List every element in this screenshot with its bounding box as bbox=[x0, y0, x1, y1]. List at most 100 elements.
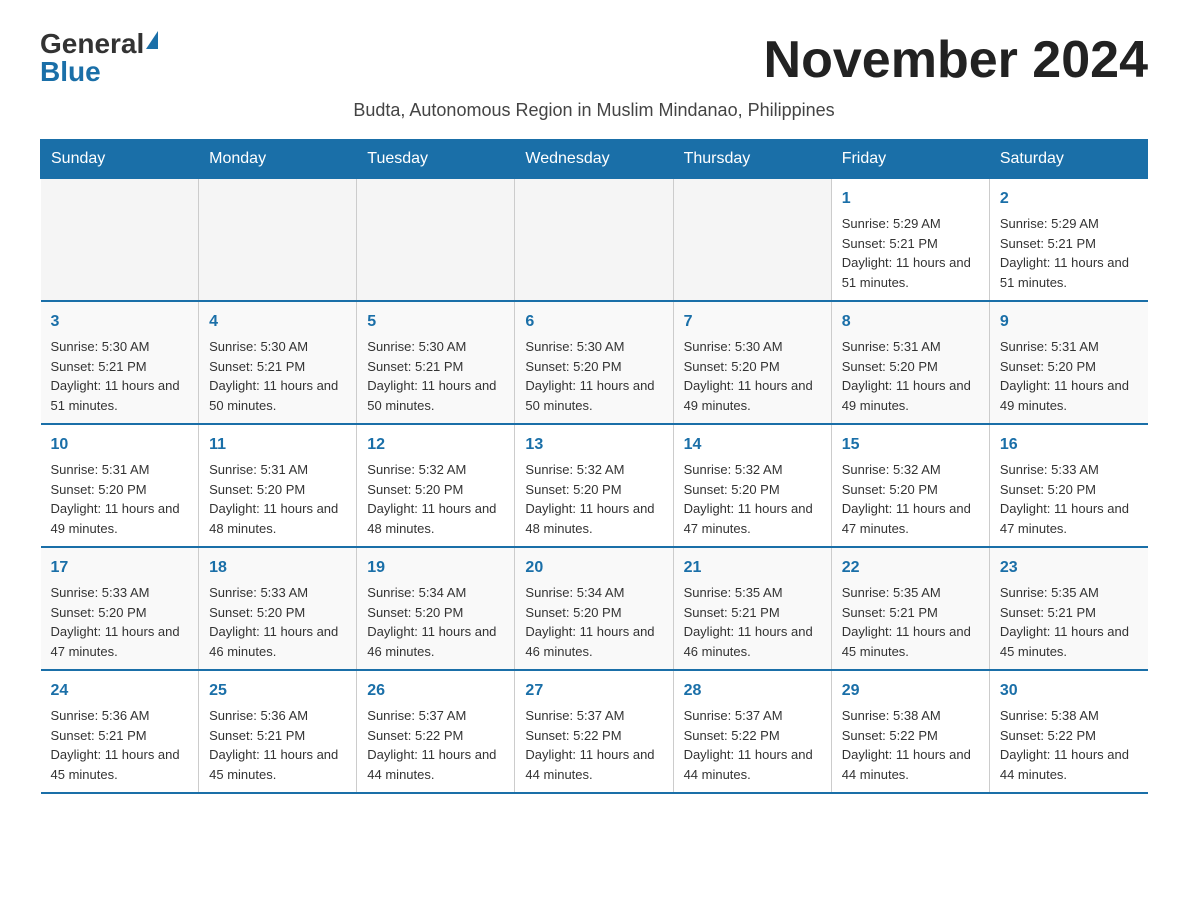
calendar-cell: 29 Sunrise: 5:38 AMSunset: 5:22 PMDayligh… bbox=[831, 670, 989, 793]
day-info: Sunrise: 5:29 AMSunset: 5:21 PMDaylight:… bbox=[842, 214, 979, 292]
day-number: 25 bbox=[209, 679, 346, 703]
calendar-cell: 23Sunrise: 5:35 AMSunset: 5:21 PMDayligh… bbox=[989, 547, 1147, 670]
calendar-cell: 6 Sunrise: 5:30 AMSunset: 5:20 PMDaylight… bbox=[515, 301, 673, 424]
day-info: Sunrise: 5:36 AMSunset: 5:21 PMDaylight:… bbox=[209, 706, 346, 784]
day-number: 21 bbox=[684, 556, 821, 580]
calendar-cell bbox=[673, 179, 831, 302]
day-number: 5 bbox=[367, 310, 504, 334]
day-info: Sunrise: 5:33 AMSunset: 5:20 PMDaylight:… bbox=[51, 583, 189, 661]
calendar-cell: 21 Sunrise: 5:35 AMSunset: 5:21 PMDayligh… bbox=[673, 547, 831, 670]
day-info: Sunrise: 5:34 AMSunset: 5:20 PMDaylight:… bbox=[367, 583, 504, 661]
col-header-saturday: Saturday bbox=[989, 140, 1147, 179]
calendar-cell bbox=[199, 179, 357, 302]
calendar-cell: 3Sunrise: 5:30 AMSunset: 5:21 PMDaylight… bbox=[41, 301, 199, 424]
day-number: 7 bbox=[684, 310, 821, 334]
calendar-cell: 2 Sunrise: 5:29 AMSunset: 5:21 PMDaylight… bbox=[989, 179, 1147, 302]
calendar-cell: 28 Sunrise: 5:37 AMSunset: 5:22 PMDayligh… bbox=[673, 670, 831, 793]
day-info: Sunrise: 5:30 AMSunset: 5:20 PMDaylight:… bbox=[684, 337, 821, 415]
calendar-cell: 1 Sunrise: 5:29 AMSunset: 5:21 PMDaylight… bbox=[831, 179, 989, 302]
calendar-table: SundayMondayTuesdayWednesdayThursdayFrid… bbox=[40, 139, 1148, 794]
calendar-cell: 18 Sunrise: 5:33 AMSunset: 5:20 PMDayligh… bbox=[199, 547, 357, 670]
day-info: Sunrise: 5:33 AMSunset: 5:20 PMDaylight:… bbox=[209, 583, 346, 661]
calendar-cell: 13 Sunrise: 5:32 AMSunset: 5:20 PMDayligh… bbox=[515, 424, 673, 547]
day-number: 8 bbox=[842, 310, 979, 334]
day-number: 12 bbox=[367, 433, 504, 457]
day-info: Sunrise: 5:32 AMSunset: 5:20 PMDaylight:… bbox=[367, 460, 504, 538]
day-number: 14 bbox=[684, 433, 821, 457]
calendar-cell: 5 Sunrise: 5:30 AMSunset: 5:21 PMDaylight… bbox=[357, 301, 515, 424]
logo-triangle-icon bbox=[146, 31, 158, 49]
day-info: Sunrise: 5:32 AMSunset: 5:20 PMDaylight:… bbox=[525, 460, 662, 538]
day-number: 19 bbox=[367, 556, 504, 580]
day-number: 27 bbox=[525, 679, 662, 703]
calendar-cell: 24 Sunrise: 5:36 AMSunset: 5:21 PMDayligh… bbox=[41, 670, 199, 793]
day-info: Sunrise: 5:37 AMSunset: 5:22 PMDaylight:… bbox=[525, 706, 662, 784]
calendar-cell bbox=[357, 179, 515, 302]
day-info: Sunrise: 5:35 AMSunset: 5:21 PMDaylight:… bbox=[684, 583, 821, 661]
day-number: 9 bbox=[1000, 310, 1138, 334]
calendar-week-3: 17 Sunrise: 5:33 AMSunset: 5:20 PMDayligh… bbox=[41, 547, 1148, 670]
calendar-cell: 8 Sunrise: 5:31 AMSunset: 5:20 PMDaylight… bbox=[831, 301, 989, 424]
calendar-cell: 15Sunrise: 5:32 AMSunset: 5:20 PMDayligh… bbox=[831, 424, 989, 547]
calendar-cell: 27 Sunrise: 5:37 AMSunset: 5:22 PMDayligh… bbox=[515, 670, 673, 793]
day-number: 23 bbox=[1000, 556, 1138, 580]
col-header-friday: Friday bbox=[831, 140, 989, 179]
calendar-cell: 12 Sunrise: 5:32 AMSunset: 5:20 PMDayligh… bbox=[357, 424, 515, 547]
calendar-cell: 22Sunrise: 5:35 AMSunset: 5:21 PMDayligh… bbox=[831, 547, 989, 670]
calendar-cell: 26 Sunrise: 5:37 AMSunset: 5:22 PMDayligh… bbox=[357, 670, 515, 793]
day-number: 1 bbox=[842, 187, 979, 211]
day-number: 4 bbox=[209, 310, 346, 334]
col-header-sunday: Sunday bbox=[41, 140, 199, 179]
day-info: Sunrise: 5:31 AMSunset: 5:20 PMDaylight:… bbox=[842, 337, 979, 415]
day-info: Sunrise: 5:30 AMSunset: 5:21 PMDaylight:… bbox=[209, 337, 346, 415]
calendar-cell: 4 Sunrise: 5:30 AMSunset: 5:21 PMDaylight… bbox=[199, 301, 357, 424]
col-header-thursday: Thursday bbox=[673, 140, 831, 179]
calendar-cell: 20Sunrise: 5:34 AMSunset: 5:20 PMDayligh… bbox=[515, 547, 673, 670]
day-number: 3 bbox=[51, 310, 189, 334]
day-number: 16 bbox=[1000, 433, 1138, 457]
calendar-week-0: 1 Sunrise: 5:29 AMSunset: 5:21 PMDaylight… bbox=[41, 179, 1148, 302]
col-header-wednesday: Wednesday bbox=[515, 140, 673, 179]
day-number: 30 bbox=[1000, 679, 1138, 703]
calendar-cell: 16 Sunrise: 5:33 AMSunset: 5:20 PMDayligh… bbox=[989, 424, 1147, 547]
day-info: Sunrise: 5:31 AMSunset: 5:20 PMDaylight:… bbox=[1000, 337, 1138, 415]
day-number: 24 bbox=[51, 679, 189, 703]
logo: General Blue bbox=[40, 30, 158, 86]
day-info: Sunrise: 5:30 AMSunset: 5:20 PMDaylight:… bbox=[525, 337, 662, 415]
month-title: November 2024 bbox=[764, 30, 1148, 90]
calendar-cell: 7 Sunrise: 5:30 AMSunset: 5:20 PMDaylight… bbox=[673, 301, 831, 424]
logo-blue-text: Blue bbox=[40, 58, 101, 86]
day-number: 28 bbox=[684, 679, 821, 703]
day-number: 6 bbox=[525, 310, 662, 334]
day-info: Sunrise: 5:33 AMSunset: 5:20 PMDaylight:… bbox=[1000, 460, 1138, 538]
calendar-week-4: 24 Sunrise: 5:36 AMSunset: 5:21 PMDayligh… bbox=[41, 670, 1148, 793]
calendar-cell: 10Sunrise: 5:31 AMSunset: 5:20 PMDayligh… bbox=[41, 424, 199, 547]
day-info: Sunrise: 5:30 AMSunset: 5:21 PMDaylight:… bbox=[367, 337, 504, 415]
day-number: 2 bbox=[1000, 187, 1138, 211]
day-info: Sunrise: 5:38 AMSunset: 5:22 PMDaylight:… bbox=[842, 706, 979, 784]
day-info: Sunrise: 5:36 AMSunset: 5:21 PMDaylight:… bbox=[51, 706, 189, 784]
calendar-week-2: 10Sunrise: 5:31 AMSunset: 5:20 PMDayligh… bbox=[41, 424, 1148, 547]
calendar-header-row: SundayMondayTuesdayWednesdayThursdayFrid… bbox=[41, 140, 1148, 179]
day-info: Sunrise: 5:32 AMSunset: 5:20 PMDaylight:… bbox=[684, 460, 821, 538]
day-number: 26 bbox=[367, 679, 504, 703]
calendar-cell: 30 Sunrise: 5:38 AMSunset: 5:22 PMDayligh… bbox=[989, 670, 1147, 793]
day-info: Sunrise: 5:38 AMSunset: 5:22 PMDaylight:… bbox=[1000, 706, 1138, 784]
day-info: Sunrise: 5:35 AMSunset: 5:21 PMDaylight:… bbox=[842, 583, 979, 661]
day-number: 29 bbox=[842, 679, 979, 703]
col-header-tuesday: Tuesday bbox=[357, 140, 515, 179]
day-info: Sunrise: 5:29 AMSunset: 5:21 PMDaylight:… bbox=[1000, 214, 1138, 292]
calendar-week-1: 3 Sunrise: 5:30 AMSunset: 5:21 PMDaylight… bbox=[41, 301, 1148, 424]
col-header-monday: Monday bbox=[199, 140, 357, 179]
day-number: 18 bbox=[209, 556, 346, 580]
calendar-cell bbox=[515, 179, 673, 302]
day-info: Sunrise: 5:37 AMSunset: 5:22 PMDaylight:… bbox=[684, 706, 821, 784]
calendar-cell: 11Sunrise: 5:31 AMSunset: 5:20 PMDayligh… bbox=[199, 424, 357, 547]
day-number: 17 bbox=[51, 556, 189, 580]
day-number: 20 bbox=[525, 556, 662, 580]
day-number: 13 bbox=[525, 433, 662, 457]
day-info: Sunrise: 5:31 AMSunset: 5:20 PMDaylight:… bbox=[209, 460, 346, 538]
day-info: Sunrise: 5:31 AMSunset: 5:20 PMDaylight:… bbox=[51, 460, 189, 538]
day-info: Sunrise: 5:37 AMSunset: 5:22 PMDaylight:… bbox=[367, 706, 504, 784]
day-number: 15 bbox=[842, 433, 979, 457]
